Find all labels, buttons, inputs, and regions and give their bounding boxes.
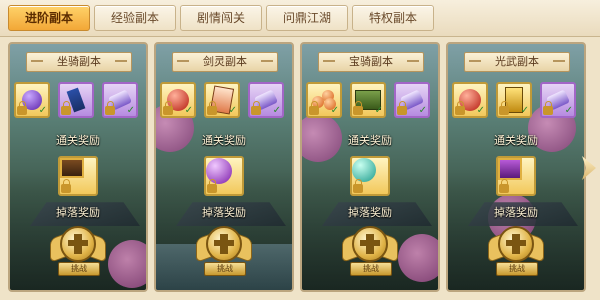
tab-wending-jianghu[interactable]: 问鼎江湖 [266, 5, 348, 31]
treasure-box-icon [498, 158, 522, 180]
drop-reward-label: 掉落奖励 [494, 206, 538, 219]
tab-story-stages[interactable]: 剧情闯关 [180, 5, 262, 31]
check-icon: ✓ [126, 105, 135, 116]
clear-reward-label: 通关奖励 [348, 134, 392, 147]
check-icon: ✓ [476, 105, 485, 116]
lock-icon [543, 101, 553, 115]
tab-bar: 进阶副本 经验副本 剧情闯关 问鼎江湖 特权副本 [0, 0, 600, 37]
badge-emblem [68, 234, 88, 254]
badge-emblem [360, 234, 380, 254]
dungeon-card-light-weapon[interactable]: 光武副本 ✓ ✓ ✓ 通关奖励 掉落奖励 挑战 [446, 42, 586, 292]
reward-item-gem[interactable]: ✓ [394, 82, 430, 118]
tab-exp-dungeon[interactable]: 经验副本 [94, 5, 176, 31]
challenge-button[interactable]: 挑战 [196, 222, 252, 278]
reward-item-orbs[interactable]: ✓ [306, 82, 342, 118]
drop-reward-item[interactable] [204, 156, 244, 196]
drop-reward-item[interactable] [350, 156, 390, 196]
check-icon: ✓ [330, 105, 339, 116]
tab-advanced-dungeon[interactable]: 进阶副本 [8, 5, 90, 31]
lock-icon [61, 179, 71, 193]
lock-icon [353, 101, 363, 115]
reward-item-orb[interactable]: ✓ [160, 82, 196, 118]
lock-icon [207, 101, 217, 115]
reward-item-token[interactable]: ✓ [496, 82, 532, 118]
clear-reward-label: 通关奖励 [56, 134, 100, 147]
challenge-button[interactable]: 挑战 [50, 222, 106, 278]
dungeon-title: 宝骑副本 [318, 52, 424, 72]
check-icon: ✓ [374, 105, 383, 116]
scenery [398, 234, 438, 282]
reward-item-orb[interactable]: ✓ [14, 82, 50, 118]
check-icon: ✓ [418, 105, 427, 116]
challenge-label: 挑战 [58, 262, 100, 276]
lock-icon [251, 101, 261, 115]
scenery [108, 240, 146, 288]
lock-icon [105, 101, 115, 115]
drop-reward-label: 掉落奖励 [202, 206, 246, 219]
lock-icon [499, 101, 509, 115]
reward-item-book[interactable]: ✓ [350, 82, 386, 118]
reward-item-gem[interactable]: ✓ [102, 82, 138, 118]
reward-item-gem[interactable]: ✓ [540, 82, 576, 118]
drop-reward-item[interactable] [496, 156, 536, 196]
lock-icon [17, 101, 27, 115]
lock-icon [353, 179, 363, 193]
clear-reward-label: 通关奖励 [202, 134, 246, 147]
check-icon: ✓ [184, 105, 193, 116]
lock-icon [499, 179, 509, 193]
check-icon: ✓ [564, 105, 573, 116]
lock-icon [163, 101, 173, 115]
reward-item-gem[interactable]: ✓ [248, 82, 284, 118]
challenge-label: 挑战 [496, 262, 538, 276]
check-icon: ✓ [272, 105, 281, 116]
dungeon-title: 坐骑副本 [26, 52, 132, 72]
challenge-label: 挑战 [350, 262, 392, 276]
reward-item-orb[interactable]: ✓ [452, 82, 488, 118]
drop-reward-label: 掉落奖励 [348, 206, 392, 219]
dungeon-card-mount[interactable]: 坐骑副本 ✓ ✓ 通关奖励 掉落奖励 挑战 [8, 42, 148, 292]
lock-icon [455, 101, 465, 115]
lock-icon [61, 101, 71, 115]
dungeon-card-treasure-mount[interactable]: 宝骑副本 ✓ ✓ ✓ 通关奖励 掉落奖励 挑战 [300, 42, 440, 292]
jade-orb-icon [352, 158, 376, 182]
reward-item-card[interactable]: ✓ [204, 82, 240, 118]
lock-icon [207, 179, 217, 193]
drop-reward-label: 掉落奖励 [56, 206, 100, 219]
reward-item-scroll[interactable] [58, 82, 94, 118]
check-icon: ✓ [228, 105, 237, 116]
challenge-button[interactable]: 挑战 [488, 222, 544, 278]
check-icon: ✓ [38, 105, 47, 116]
drop-reward-item[interactable] [58, 156, 98, 196]
challenge-label: 挑战 [204, 262, 246, 276]
badge-emblem [214, 234, 234, 254]
dungeon-card-sword-spirit[interactable]: 剑灵副本 ✓ ✓ ✓ 通关奖励 掉落奖励 挑战 [154, 42, 294, 292]
lock-icon [397, 101, 407, 115]
clear-reward-label: 通关奖励 [494, 134, 538, 147]
badge-emblem [506, 234, 526, 254]
tab-privilege-dungeon[interactable]: 特权副本 [352, 5, 434, 31]
dungeon-title: 剑灵副本 [172, 52, 278, 72]
check-icon: ✓ [520, 105, 529, 116]
challenge-button[interactable]: 挑战 [342, 222, 398, 278]
dungeon-title: 光武副本 [464, 52, 570, 72]
lock-icon [309, 101, 319, 115]
treasure-box-icon [60, 158, 84, 178]
